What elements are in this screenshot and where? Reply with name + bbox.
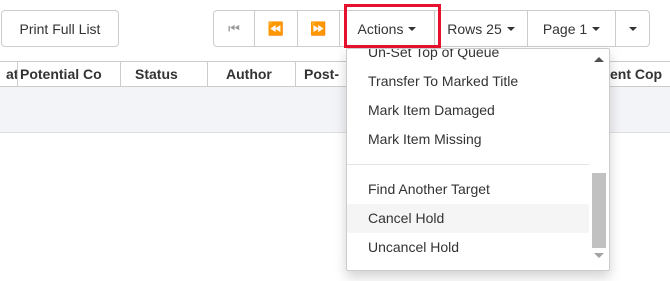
print-full-list-button[interactable]: Print Full List (1, 10, 119, 47)
chevron-down-icon (592, 26, 601, 31)
menu-item-transfer-to-marked-title[interactable]: Transfer To Marked Title (347, 67, 591, 96)
page-dropdown-button[interactable]: Page 1 (527, 10, 616, 47)
column-header[interactable]: ent Cop (608, 62, 670, 86)
column-header[interactable]: at (0, 62, 18, 86)
scroll-down-arrow-icon[interactable] (594, 253, 604, 258)
first-page-icon: ⏮ (228, 20, 240, 36)
previous-page-button[interactable]: ⏪ (254, 10, 298, 47)
previous-page-icon: ⏪ (267, 20, 285, 36)
menu-item-mark-item-missing[interactable]: Mark Item Missing (347, 125, 591, 154)
menu-divider (347, 164, 591, 165)
rows-dropdown-button[interactable]: Rows 25 (434, 10, 528, 47)
scrollbar-thumb[interactable] (592, 173, 606, 248)
menu-item-cancel-hold[interactable]: Cancel Hold (347, 204, 591, 233)
page-label: Page 1 (542, 20, 588, 37)
menu-scrollbar[interactable] (589, 49, 609, 270)
actions-dropdown-menu: Un-Set Top of Queue Transfer To Marked T… (346, 48, 610, 271)
chevron-down-icon (506, 26, 515, 31)
scroll-up-arrow-icon[interactable] (594, 57, 604, 62)
chevron-down-icon (628, 26, 637, 31)
column-header[interactable]: Post- (296, 62, 350, 86)
first-page-button[interactable]: ⏮ (213, 10, 255, 47)
next-page-button[interactable]: ⏩ (297, 10, 340, 47)
actions-menu-list: Un-Set Top of Queue Transfer To Marked T… (347, 49, 591, 262)
next-page-icon: ⏩ (310, 20, 327, 36)
rows-label: Rows 25 (447, 20, 502, 37)
menu-item-unset-top-of-queue[interactable]: Un-Set Top of Queue (347, 49, 591, 67)
menu-item-find-another-target[interactable]: Find Another Target (347, 175, 591, 204)
chevron-down-icon (408, 26, 417, 31)
menu-item-mark-item-damaged[interactable]: Mark Item Damaged (347, 96, 591, 125)
pager-toolbar: ⏮ ⏪ ⏩ Actions Rows 25 Page 1 (213, 10, 650, 47)
menu-item-uncancel-hold[interactable]: Uncancel Hold (347, 233, 591, 262)
column-header[interactable]: Status (121, 62, 208, 86)
column-header[interactable]: Potential Co (18, 62, 121, 86)
actions-dropdown-button[interactable]: Actions (339, 10, 435, 47)
actions-label: Actions (357, 20, 404, 37)
column-header[interactable]: Author (208, 62, 296, 86)
more-options-dropdown-button[interactable] (615, 10, 650, 47)
